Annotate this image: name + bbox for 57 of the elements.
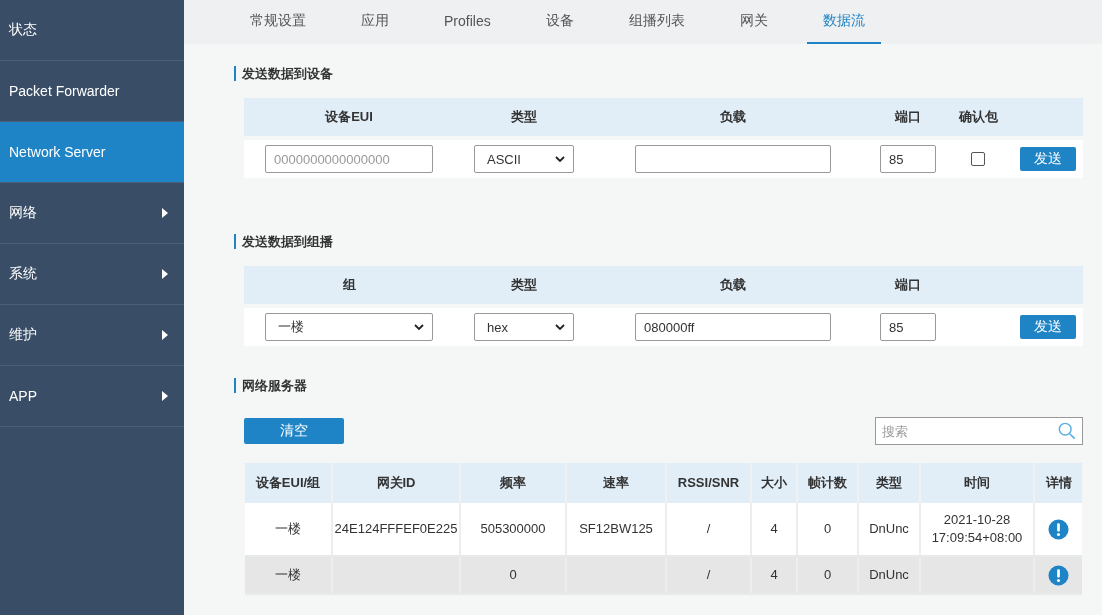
payload-field[interactable] — [635, 145, 831, 173]
send-button[interactable]: 发送 — [1019, 315, 1076, 339]
chevron-down-icon — [414, 324, 424, 330]
section-title: 发送数据到组播 — [234, 234, 1102, 249]
table-cell: 24E124FFFEF0E225 — [333, 503, 461, 555]
table-cell: 0 — [461, 557, 567, 593]
table-row[interactable]: 一楼 0 / 4 0 DnUnc — [245, 557, 1082, 595]
tab[interactable]: 常规设置 — [234, 0, 322, 44]
search-icon — [1058, 422, 1076, 440]
table-row[interactable]: 一楼 24E124FFFEF0E225 505300000 SF12BW125 / 4 0 DnUnc 2021-10-28 17:09:54+08:00 — [245, 503, 1082, 557]
type-select[interactable]: ASCII — [474, 145, 574, 173]
column-header: 确认包 — [957, 108, 999, 126]
table-cell: DnUnc — [859, 557, 921, 593]
search-field[interactable]: 搜索 — [875, 417, 1083, 445]
table-cell: / — [667, 557, 752, 593]
column-header: 类型 — [510, 276, 538, 294]
tab[interactable]: Profiles — [428, 0, 507, 44]
table-cell: SF12BW125 — [567, 503, 667, 555]
table-cell: 4 — [752, 503, 798, 555]
sidebar-item[interactable]: Network Server — [0, 122, 184, 183]
table-cell: 一楼 — [245, 503, 333, 555]
tab[interactable]: 组播列表 — [612, 0, 701, 44]
group-select[interactable]: 一楼 — [265, 313, 433, 341]
chevron-down-icon — [555, 156, 565, 162]
clear-button[interactable]: 清空 — [244, 418, 344, 444]
column-header: 负载 — [719, 108, 747, 126]
column-header: 类型 — [510, 108, 538, 126]
table-cell: 505300000 — [461, 503, 567, 555]
table-cell: 4 — [752, 557, 798, 593]
tab[interactable]: 应用 — [345, 0, 405, 44]
table-cell: DnUnc — [859, 503, 921, 555]
table-cell: / — [667, 503, 752, 555]
info-icon[interactable] — [1048, 564, 1069, 586]
section-title: 网络服务器 — [234, 378, 1102, 393]
tab[interactable]: 数据流 — [806, 0, 881, 44]
type-select[interactable]: hex — [474, 313, 574, 341]
confirm-checkbox[interactable] — [971, 152, 985, 166]
section-title: 发送数据到设备 — [234, 66, 1102, 81]
table-cell: 0 — [798, 557, 859, 593]
payload-field[interactable]: 080000ff — [635, 313, 831, 341]
tab[interactable]: 网关 — [723, 0, 784, 44]
column-header: 负载 — [719, 276, 747, 294]
info-icon[interactable] — [1048, 518, 1069, 540]
table-cell: 2021-10-28 17:09:54+08:00 — [921, 503, 1035, 555]
device-eui-field[interactable]: 0000000000000000 — [265, 145, 433, 173]
column-header: 详情 — [1044, 474, 1073, 492]
table-cell: 一楼 — [245, 557, 333, 593]
tab[interactable]: 设备 — [529, 0, 590, 44]
column-header: 组 — [341, 276, 357, 294]
column-header: 端口 — [893, 276, 922, 294]
port-field[interactable]: 85 — [880, 145, 936, 173]
column-header: 设备EUI — [324, 108, 374, 126]
column-header: 端口 — [893, 108, 922, 126]
table-cell: 0 — [798, 503, 859, 555]
port-field[interactable]: 85 — [880, 313, 936, 341]
chevron-down-icon — [555, 324, 565, 330]
send-button[interactable]: 发送 — [1019, 147, 1076, 171]
